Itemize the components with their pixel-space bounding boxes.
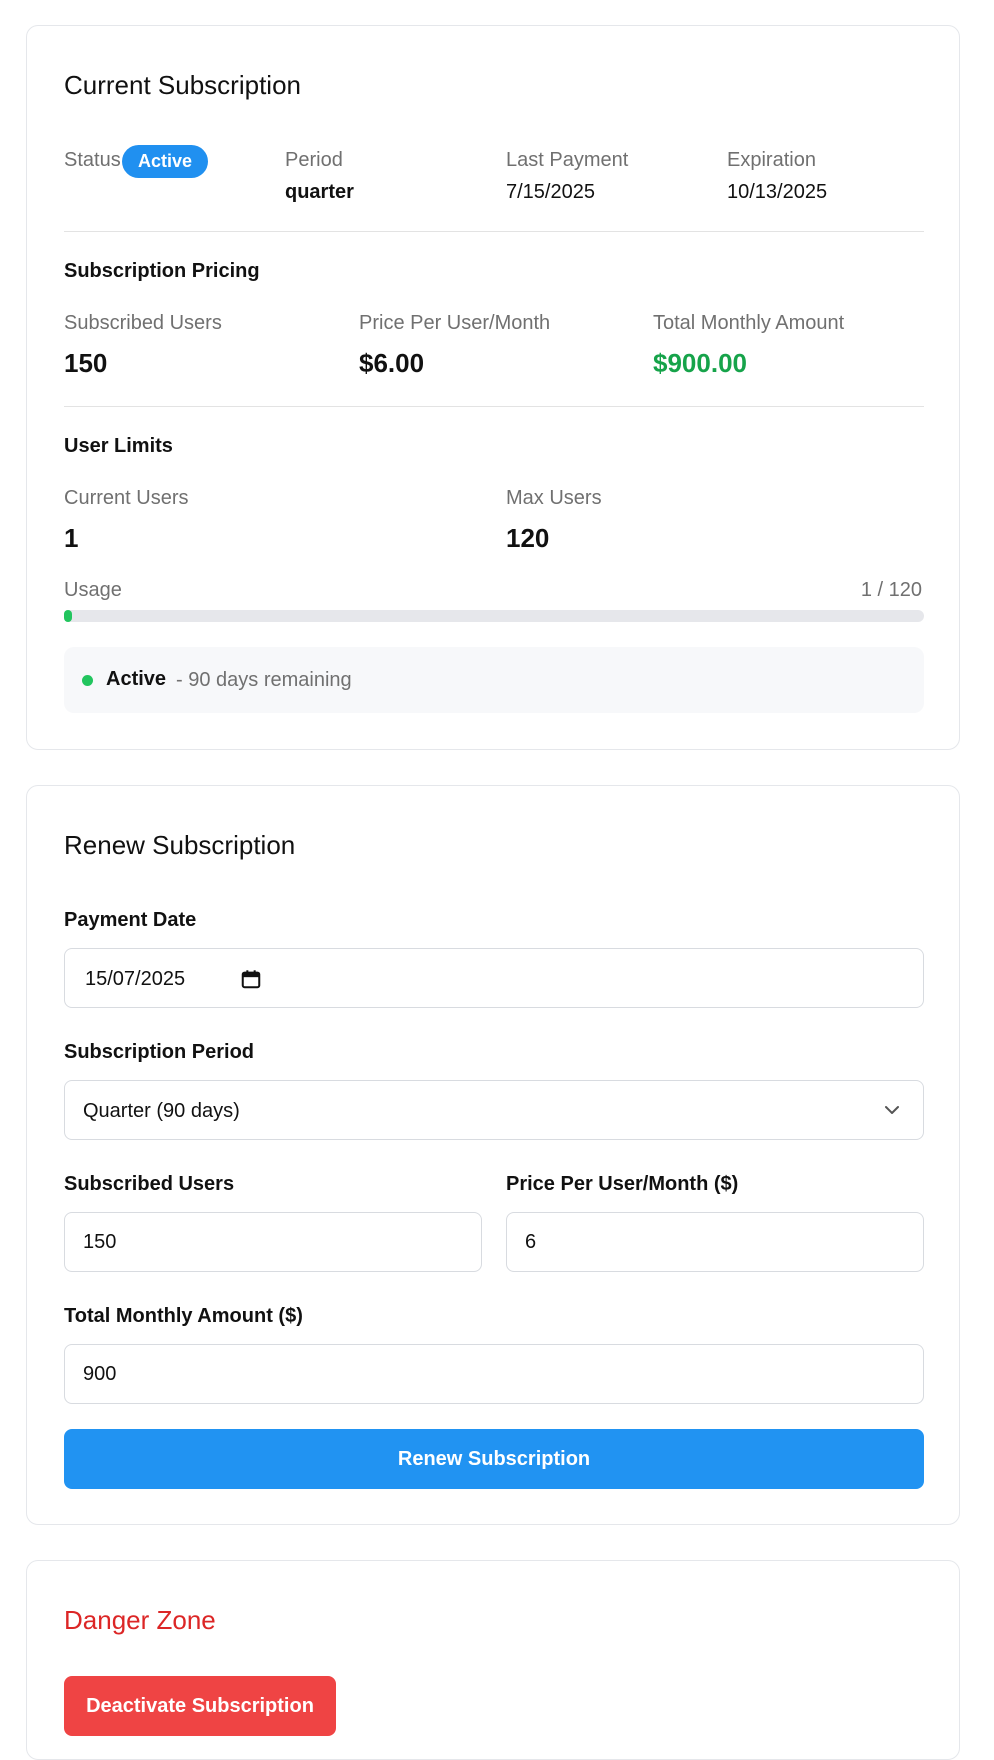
status-dot-icon: [82, 675, 93, 686]
expiration-label: Expiration: [727, 149, 816, 171]
current-subscription-card: Current Subscription Status Active Perio…: [26, 25, 960, 750]
total-monthly-amount-label: Total Monthly Amount: [653, 312, 845, 334]
period-value: quarter: [285, 181, 354, 203]
period-label: Period: [285, 149, 343, 171]
card-title-current-subscription: Current Subscription: [64, 70, 301, 100]
price-per-user-label: Price Per User/Month: [359, 312, 551, 334]
chevron-down-icon: [885, 1106, 899, 1114]
status-label: Status: [64, 149, 121, 171]
days-remaining: - 90 days remaining: [176, 669, 352, 691]
subscription-period-select[interactable]: Quarter (90 days): [64, 1080, 924, 1140]
current-users-label: Current Users: [64, 487, 189, 509]
price-per-user-value: $6.00: [359, 348, 425, 378]
divider: [64, 406, 924, 407]
subscription-period-label: Subscription Period: [64, 1041, 255, 1063]
deactivate-subscription-button[interactable]: Deactivate Subscription: [64, 1676, 336, 1736]
subscription-pricing-title: Subscription Pricing: [64, 260, 260, 282]
payment-date-input[interactable]: 15/07/2025: [64, 948, 924, 1008]
total-monthly-amount-field-label: Total Monthly Amount ($): [64, 1305, 303, 1327]
price-per-user-field-label: Price Per User/Month ($): [506, 1173, 739, 1195]
subscribed-users-field-label: Subscribed Users: [64, 1173, 235, 1195]
subscribed-users-value: 150: [64, 348, 108, 378]
danger-zone-card: Danger Zone Deactivate Subscription: [26, 1560, 960, 1760]
calendar-icon[interactable]: [240, 968, 262, 990]
total-monthly-amount-value: $900.00: [653, 348, 747, 378]
subscription-period-value: Quarter (90 days): [83, 1100, 240, 1122]
last-payment-label: Last Payment: [506, 149, 629, 171]
card-title-danger-zone: Danger Zone: [64, 1605, 216, 1635]
renew-subscription-button[interactable]: Renew Subscription: [64, 1429, 924, 1489]
expiration-value: 10/13/2025: [727, 181, 828, 203]
subscription-status-box: Active - 90 days remaining: [64, 647, 924, 713]
total-monthly-amount-input[interactable]: [64, 1344, 924, 1404]
max-users-value: 120: [506, 523, 550, 553]
current-users-value: 1: [64, 523, 79, 553]
renew-subscription-card: Renew Subscription Payment Date 15/07/20…: [26, 785, 960, 1525]
payment-date-value: 15/07/2025: [85, 968, 186, 990]
max-users-label: Max Users: [506, 487, 602, 509]
card-title-renew-subscription: Renew Subscription: [64, 830, 296, 860]
usage-label: Usage: [64, 579, 122, 601]
usage-progress-fill: [64, 610, 72, 622]
subscribed-users-input[interactable]: [64, 1212, 482, 1272]
divider: [64, 231, 924, 232]
usage-value: 1 / 120: [860, 579, 922, 601]
status-state: Active: [106, 668, 167, 690]
payment-date-label: Payment Date: [64, 909, 197, 931]
status-badge: Active: [122, 145, 209, 178]
subscribed-users-label: Subscribed Users: [64, 312, 222, 334]
last-payment-value: 7/15/2025: [506, 181, 595, 203]
user-limits-title: User Limits: [64, 435, 173, 457]
usage-progress-bar: [64, 610, 924, 622]
price-per-user-input[interactable]: [506, 1212, 924, 1272]
